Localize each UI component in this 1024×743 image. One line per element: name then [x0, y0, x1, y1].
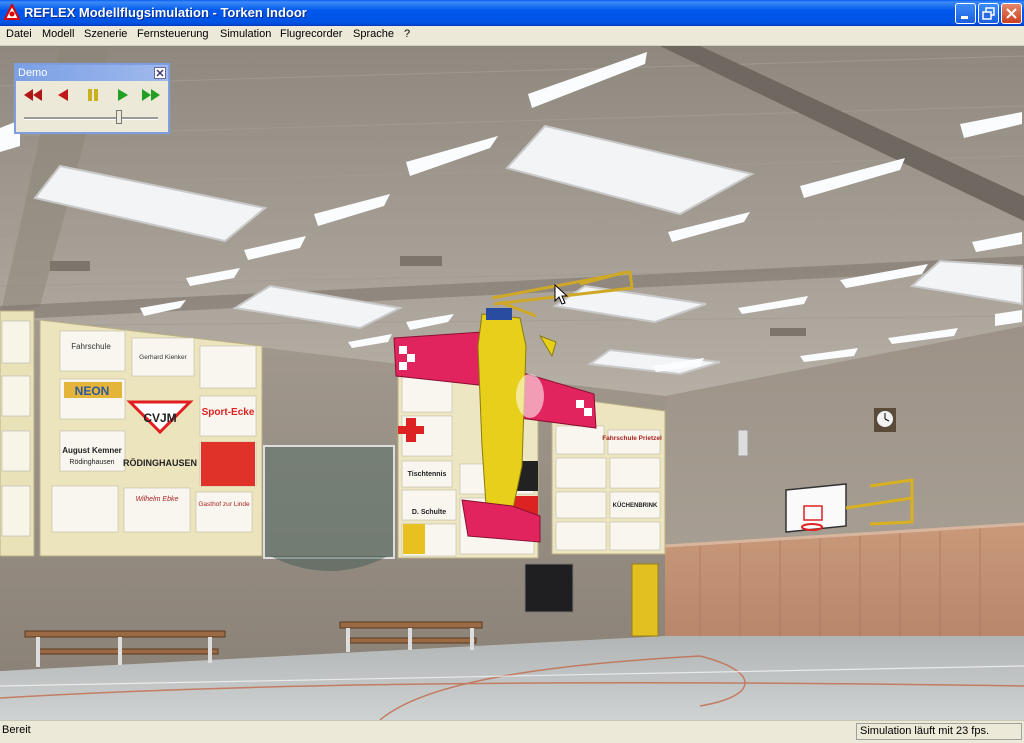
demo-title: Demo	[18, 67, 48, 79]
banner-prietzel: Fahrschule Prietzel	[602, 435, 662, 442]
demo-title-bar[interactable]: Demo	[16, 65, 168, 81]
simulation-viewport[interactable]: Fahrschule Gerhard Kienker NEON Sport-Ec…	[0, 46, 1024, 720]
title-bar[interactable]: REFLEX Modellflugsimulation - Torken Ind…	[0, 0, 1024, 26]
menu-szenerie[interactable]: Szenerie	[84, 28, 127, 40]
close-button[interactable]	[1001, 3, 1022, 24]
play-button[interactable]	[110, 86, 136, 104]
banner-fahrschule: Fahrschule	[71, 342, 111, 351]
gym-hall-scene: Fahrschule Gerhard Kienker NEON Sport-Ec…	[0, 46, 1024, 720]
close-icon	[156, 69, 164, 77]
fast-forward-icon	[142, 89, 160, 101]
minimize-button[interactable]	[955, 3, 976, 24]
menu-datei[interactable]: Datei	[6, 28, 32, 40]
rewind-button[interactable]	[50, 86, 76, 104]
banner-neon: NEON	[75, 384, 110, 398]
demo-panel[interactable]: Demo	[14, 63, 170, 134]
banner-tischtennis: Tischtennis	[408, 471, 447, 478]
rewind-fast-icon	[24, 89, 42, 101]
banner-linde: Gasthof zur Linde	[198, 501, 250, 508]
banner-kemner-sub: Rödinghausen	[69, 459, 114, 466]
demo-position-slider[interactable]	[24, 117, 158, 120]
restore-button[interactable]	[978, 3, 999, 24]
status-fps-panel: Simulation läuft mit 23 fps.	[856, 723, 1022, 740]
pause-icon	[88, 89, 98, 101]
pause-button[interactable]	[80, 86, 106, 104]
banner-kienker: Gerhard Kienker	[139, 354, 188, 361]
status-ready: Bereit	[2, 724, 31, 736]
status-fps: Simulation läuft mit 23 fps.	[860, 725, 990, 737]
menu-flugrecorder[interactable]: Flugrecorder	[280, 28, 342, 40]
rewind-fast-button[interactable]	[20, 86, 46, 104]
play-icon	[118, 89, 128, 101]
minimize-icon	[961, 16, 968, 19]
banner-cvjm-sub: RÖDINGHAUSEN	[123, 458, 197, 468]
demo-slider-thumb[interactable]	[116, 110, 123, 124]
banner-kuechenbrink: KÜCHENBRINK	[613, 502, 658, 509]
mouse-cursor-icon	[554, 284, 568, 305]
banner-kemner: August Kemner	[62, 446, 122, 455]
rewind-icon	[58, 89, 68, 101]
menu-modell[interactable]: Modell	[42, 28, 74, 40]
menu-bar: Datei Modell Szenerie Fernsteuerung Simu…	[0, 26, 1024, 46]
banner-ebke: Wilhelm Ebke	[136, 496, 179, 503]
fast-forward-button[interactable]	[138, 86, 164, 104]
menu-sprache[interactable]: Sprache	[353, 28, 394, 40]
menu-fernsteuerung[interactable]: Fernsteuerung	[137, 28, 209, 40]
restore-icon	[982, 7, 995, 20]
banner-sport-ecke: Sport-Ecke	[202, 407, 255, 418]
close-icon	[1006, 8, 1017, 19]
menu-help[interactable]: ?	[404, 28, 410, 40]
banner-schulte: D. Schulte	[412, 509, 446, 516]
demo-close-button[interactable]	[154, 67, 166, 79]
reflex-app-icon	[4, 4, 20, 20]
window-title: REFLEX Modellflugsimulation - Torken Ind…	[24, 5, 307, 20]
status-bar: Bereit Simulation läuft mit 23 fps.	[0, 720, 1024, 743]
menu-simulation[interactable]: Simulation	[220, 28, 271, 40]
banner-cvjm: CVJM	[143, 411, 176, 425]
